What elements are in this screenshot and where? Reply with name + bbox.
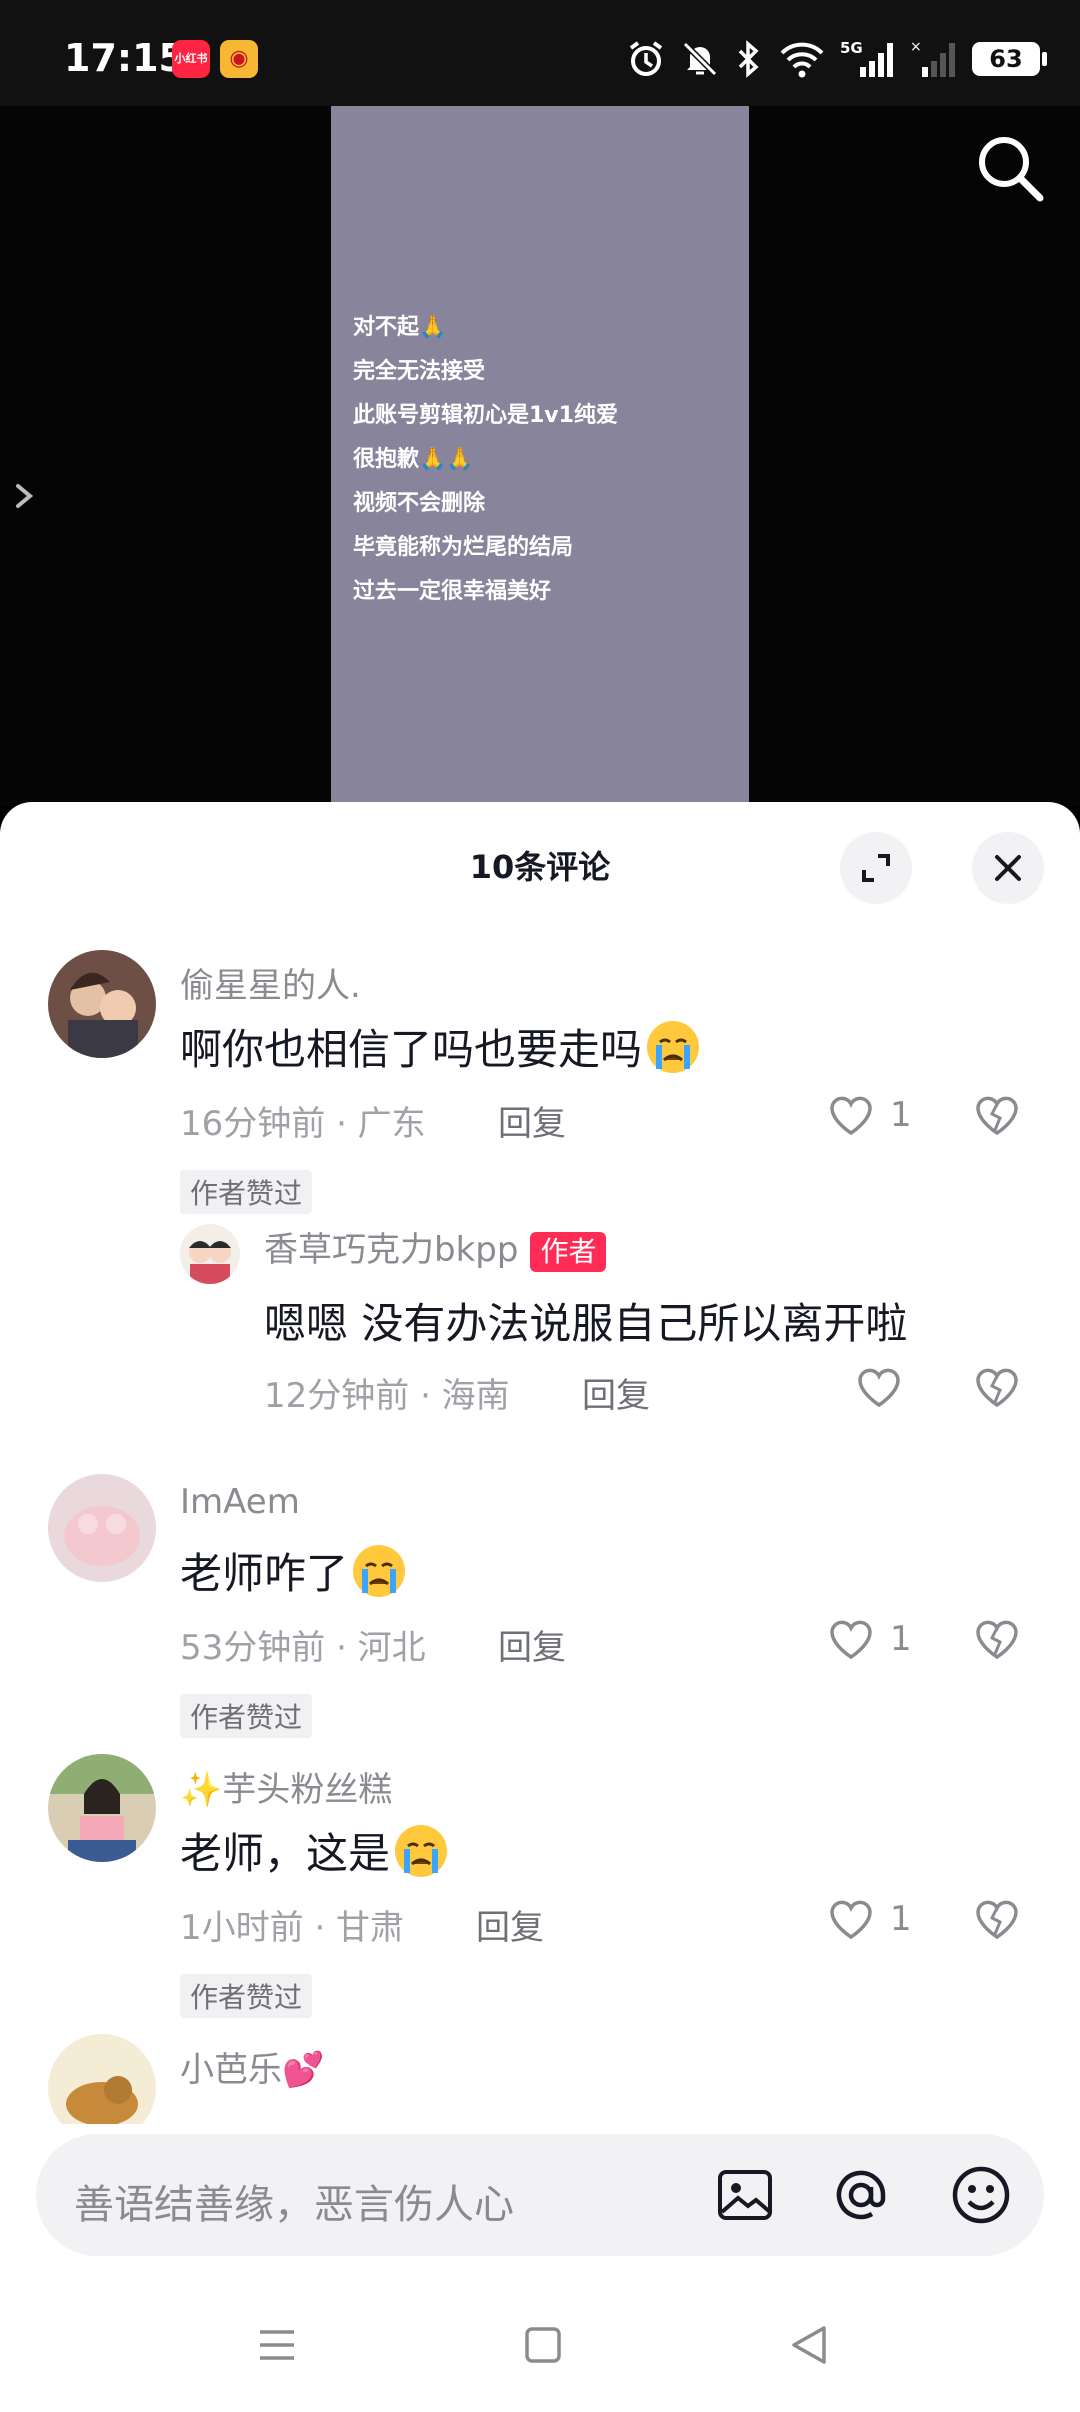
like-button[interactable]: 1 xyxy=(826,1090,912,1140)
video-player[interactable]: 对不起🙏 完全无法接受 此账号剪辑初心是1v1纯爱 很抱歉🙏🙏 视频不会删除 毕… xyxy=(0,106,1080,806)
broken-heart-icon[interactable] xyxy=(972,1090,1022,1140)
video-line: 视频不会删除 xyxy=(353,491,486,516)
broken-heart-icon[interactable] xyxy=(972,1362,1022,1412)
mute-bell-icon xyxy=(682,41,718,77)
bluetooth-icon xyxy=(738,40,759,78)
comment-meta: 1小时前 · 甘肃 xyxy=(180,1908,405,1948)
reply-button[interactable]: 回复 xyxy=(498,1620,566,1669)
home-square-icon[interactable] xyxy=(518,2320,568,2370)
comment-text: 老师，这是 xyxy=(180,1820,450,1881)
reply-text: 嗯嗯 没有办法说服自己所以离开啦 xyxy=(264,1299,908,1348)
comment-text-content: 老师，这是 xyxy=(180,1829,391,1878)
like-button[interactable]: 1 xyxy=(826,1894,912,1944)
reply-username: 香草巧克力bkpp 作者 xyxy=(264,1222,607,1272)
comment-meta: 16分钟前 · 广东 xyxy=(180,1104,426,1144)
image-icon[interactable] xyxy=(712,2162,778,2228)
comment-meta: 53分钟前 · 河北 xyxy=(180,1628,426,1668)
like-button[interactable]: 1 xyxy=(826,1614,912,1664)
video-line: 过去一定很幸福美好 xyxy=(353,579,552,604)
author-liked-tag: 作者赞过 xyxy=(180,1170,313,1214)
crying-emoji-icon xyxy=(395,1824,448,1877)
like-count: 1 xyxy=(890,1899,912,1939)
close-icon xyxy=(995,855,1021,881)
alarm-icon xyxy=(629,41,663,76)
expand-button[interactable] xyxy=(840,832,912,904)
video-caption: 对不起🙏 完全无法接受 此账号剪辑初心是1v1纯爱 很抱歉🙏🙏 视频不会删除 毕… xyxy=(353,306,618,614)
avatar[interactable] xyxy=(180,1224,240,1284)
comment-username[interactable]: ✨芋头粉丝糕 xyxy=(180,1762,392,1811)
video-line: 此账号剪辑初心是1v1纯爱 xyxy=(353,403,618,428)
broken-heart-icon[interactable] xyxy=(972,1614,1022,1664)
author-liked-tag: 作者赞过 xyxy=(180,1694,313,1738)
weibo-icon: ◉ xyxy=(220,40,258,78)
video-line: 很抱歉🙏🙏 xyxy=(353,447,474,472)
video-line: 完全无法接受 xyxy=(353,359,486,384)
comment-item: 小芭乐💕 xyxy=(0,2034,1080,2124)
author-liked-tag: 作者赞过 xyxy=(180,1974,313,2018)
broken-heart-icon[interactable] xyxy=(972,1894,1022,1944)
like-count: 1 xyxy=(890,1095,912,1135)
comment-text: 啊你也相信了吗也要走吗 xyxy=(180,1016,702,1077)
xiaohongshu-icon: 小红书 xyxy=(172,40,210,78)
mention-icon[interactable] xyxy=(828,2162,894,2228)
reply-button[interactable]: 回复 xyxy=(498,1096,566,1145)
avatar[interactable] xyxy=(48,2034,156,2124)
avatar[interactable] xyxy=(48,1474,156,1582)
avatar[interactable] xyxy=(48,950,156,1058)
video-line: 毕竟能称为烂尾的结局 xyxy=(353,535,574,560)
back-triangle-icon[interactable] xyxy=(784,2320,834,2370)
system-nav-bar xyxy=(0,2270,1080,2412)
emoji-icon[interactable] xyxy=(948,2162,1014,2228)
comment-text-content: 啊你也相信了吗也要走吗 xyxy=(180,1025,643,1074)
comment-username[interactable]: ImAem xyxy=(180,1482,300,1522)
reply-username-text[interactable]: 香草巧克力bkpp xyxy=(264,1230,518,1270)
reply-meta: 12分钟前 · 海南 xyxy=(264,1376,510,1416)
heart-icon xyxy=(830,1096,872,1136)
menu-icon[interactable] xyxy=(252,2320,302,2370)
author-badge: 作者 xyxy=(530,1231,607,1272)
svg-text:×: × xyxy=(910,39,922,55)
chevron-right-icon[interactable] xyxy=(6,466,42,526)
status-icons: 5G × 63 xyxy=(626,36,1047,82)
search-icon[interactable] xyxy=(970,128,1050,208)
comment-item: 偷星星的人. 啊你也相信了吗也要走吗 16分钟前 · 广东 回复 1 作者赞过 … xyxy=(0,950,1080,1416)
avatar[interactable] xyxy=(48,1754,156,1862)
crying-emoji-icon xyxy=(353,1544,406,1597)
battery-icon: 63 xyxy=(972,42,1047,76)
heart-icon xyxy=(830,1900,872,1940)
status-bar: 17:15 小红书 ◉ 5G × 63 xyxy=(0,0,1080,106)
comment-username[interactable]: 偷星星的人. xyxy=(180,958,361,1007)
heart-icon[interactable] xyxy=(854,1362,904,1412)
close-button[interactable] xyxy=(972,832,1044,904)
signal-weak-icon: × xyxy=(910,39,955,77)
signal-5g-icon: 5G xyxy=(840,39,893,77)
comment-item: ImAem 老师咋了 53分钟前 · 河北 回复 1 作者赞过 xyxy=(0,1474,1080,1738)
wifi-icon xyxy=(780,42,824,78)
comment-item: ✨芋头粉丝糕 老师，这是 1小时前 · 甘肃 回复 1 作者赞过 xyxy=(0,1754,1080,2018)
heart-icon xyxy=(830,1620,872,1660)
comment-input[interactable]: 善语结善缘，恶言伤人心 xyxy=(36,2134,1044,2256)
comment-count-title: 10条评论 xyxy=(469,848,611,886)
crying-emoji-icon xyxy=(647,1020,700,1073)
comment-text-content: 老师咋了 xyxy=(180,1549,349,1598)
like-count: 1 xyxy=(890,1619,912,1659)
status-time: 17:15 xyxy=(64,36,185,80)
reply-button[interactable]: 回复 xyxy=(582,1368,650,1417)
reply-button[interactable]: 回复 xyxy=(476,1900,544,1949)
svg-text:5G: 5G xyxy=(840,39,863,57)
expand-icon xyxy=(862,854,890,882)
video-line: 对不起🙏 xyxy=(353,315,447,340)
comment-username[interactable]: 小芭乐💕 xyxy=(180,2042,324,2091)
comment-text: 老师咋了 xyxy=(180,1540,408,1601)
comment-input-placeholder: 善语结善缘，恶言伤人心 xyxy=(74,2182,514,2228)
